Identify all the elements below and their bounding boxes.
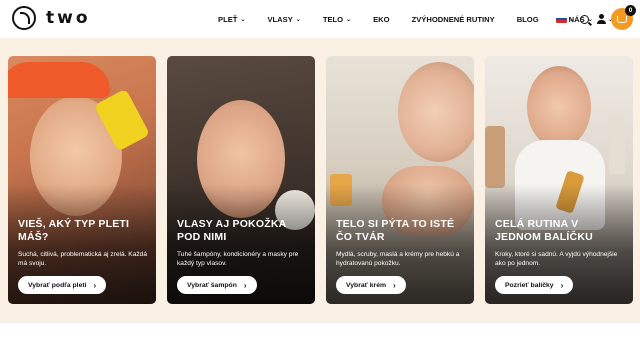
card-button-label: Vybrať šampón bbox=[187, 281, 237, 289]
nav-item-eko[interactable]: EKO bbox=[373, 15, 389, 24]
card-photo-bottle-right bbox=[609, 116, 625, 174]
category-card-telo[interactable]: TELO SI PÝTA TO ISTÉ ČO TVÁR Mydlá, scru… bbox=[326, 56, 474, 304]
divider bbox=[0, 322, 640, 323]
card-description: Mydlá, scruby, maslá a krémy pre hebkú a… bbox=[336, 251, 460, 267]
card-description: Kroky, ktoré si sadnú. A vyjdú výhodnejš… bbox=[495, 251, 618, 267]
chevron-down-icon: ⌄ bbox=[240, 16, 246, 23]
logo-2-circle-icon bbox=[12, 6, 36, 30]
nav-label: ZVÝHODNENÉ RUTINY bbox=[411, 14, 495, 24]
chevron-right-icon: › bbox=[560, 280, 564, 290]
cart-icon bbox=[617, 16, 627, 23]
cart-count-badge: 0 bbox=[625, 5, 636, 16]
chevron-right-icon: › bbox=[243, 280, 247, 290]
chevron-right-icon: › bbox=[93, 280, 97, 290]
card-button-label: Pozrieť balíčky bbox=[505, 281, 554, 289]
nav-item-blog[interactable]: BLOG bbox=[517, 15, 539, 24]
cart-button[interactable]: 0 bbox=[611, 5, 636, 30]
card-description: Suchá, citlivá, problematická aj zrelá. … bbox=[18, 251, 148, 267]
header-icons: ⌄ ⌄ bbox=[556, 8, 619, 30]
nav-item-plet[interactable]: PLEŤ ⌄ bbox=[218, 15, 245, 24]
card-photo-face bbox=[527, 66, 591, 148]
card-title: CELÁ RUTINA V JEDNOM BALÍČKU bbox=[495, 218, 593, 243]
card-button[interactable]: Vybrať krém › bbox=[336, 276, 406, 294]
user-icon[interactable] bbox=[596, 14, 606, 24]
card-title: TELO SI PÝTA TO ISTÉ ČO TVÁR bbox=[336, 218, 455, 243]
chevron-down-icon: ⌄ bbox=[346, 16, 352, 23]
chevron-down-icon[interactable]: ⌄ bbox=[569, 16, 574, 23]
card-description: Tuhé šampóny, kondicionéry a masky pre k… bbox=[177, 251, 299, 267]
nav-item-zvyhodnene-rutiny[interactable]: ZVÝHODNENÉ RUTINY bbox=[412, 15, 495, 24]
search-icon[interactable] bbox=[580, 14, 590, 24]
card-photo-headband bbox=[8, 62, 110, 98]
card-button-label: Vybrať krém bbox=[346, 281, 387, 289]
logo[interactable]: two bbox=[12, 6, 91, 30]
chevron-down-icon: ⌄ bbox=[295, 16, 301, 23]
category-card-plet[interactable]: VIEŠ, AKÝ TYP PLETI MÁŠ? Suchá, citlivá,… bbox=[8, 56, 156, 304]
nav-label: BLOG bbox=[516, 14, 539, 24]
slovak-flag-icon[interactable] bbox=[556, 15, 567, 23]
category-card-vlasy[interactable]: VLASY AJ POKOŽKA POD NIMI Tuhé šampóny, … bbox=[167, 56, 315, 304]
nav-label: TELO bbox=[322, 14, 344, 24]
chevron-right-icon: › bbox=[393, 280, 396, 290]
card-button[interactable]: Vybrať podľa pleti › bbox=[18, 276, 107, 294]
card-button[interactable]: Vybrať šampón › bbox=[177, 276, 257, 294]
site-header: two PLEŤ ⌄ VLASY ⌄ TELO ⌄ EKO ZVÝHODNENÉ RU… bbox=[0, 0, 640, 38]
nav-label: VLASY bbox=[267, 14, 293, 24]
card-button-label: Vybrať podľa pleti bbox=[28, 281, 87, 289]
nav-item-telo[interactable]: TELO ⌄ bbox=[323, 15, 351, 24]
next-section bbox=[0, 322, 640, 347]
card-photo-face bbox=[398, 62, 474, 162]
card-title: VLASY AJ POKOŽKA POD NIMI bbox=[177, 218, 286, 243]
nav-label: EKO bbox=[373, 14, 390, 24]
nav-label: PLEŤ bbox=[218, 14, 238, 24]
logo-text: two bbox=[46, 8, 91, 28]
card-button[interactable]: Pozrieť balíčky › bbox=[495, 276, 574, 294]
nav-item-vlasy[interactable]: VLASY ⌄ bbox=[267, 15, 300, 24]
category-card-rutiny[interactable]: CELÁ RUTINA V JEDNOM BALÍČKU Kroky, ktor… bbox=[485, 56, 633, 304]
card-photo-bottle-left bbox=[485, 126, 505, 188]
card-title: VIEŠ, AKÝ TYP PLETI MÁŠ? bbox=[18, 218, 130, 243]
